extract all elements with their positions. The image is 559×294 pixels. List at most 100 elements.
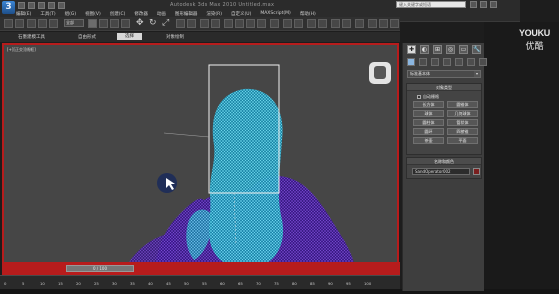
- helpers-icon[interactable]: [455, 58, 463, 66]
- mirror-icon[interactable]: [283, 19, 292, 28]
- material-editor-icon[interactable]: [355, 19, 364, 28]
- autogrid-label: 自动栅格: [423, 94, 439, 99]
- tube-button[interactable]: 管状体: [447, 119, 478, 126]
- ruler-tick-label: 80: [292, 281, 297, 286]
- ruler-tick-label: 10: [40, 281, 45, 286]
- undo-tool-icon[interactable]: [4, 19, 13, 28]
- ruler-tick-label: 75: [274, 281, 279, 286]
- spinner-snap-icon[interactable]: [257, 19, 266, 28]
- redo-icon[interactable]: [58, 2, 65, 9]
- render-icon[interactable]: [390, 19, 399, 28]
- ruler-tick-label: 5: [22, 281, 25, 286]
- object-type-rollout: 对象类型 自动栅格 长方体 圆锥体 球体 几何球体 圆柱体 管状体 圆环 四棱锥…: [406, 83, 482, 155]
- render-setup-icon[interactable]: [368, 19, 377, 28]
- ribbon-tabs: 石墨建模工具 自由形式 选择 对象绘制: [0, 32, 400, 42]
- unlink-icon[interactable]: [38, 19, 47, 28]
- angle-snap-icon[interactable]: [235, 19, 244, 28]
- ruler-tick-label: 0: [4, 281, 7, 286]
- undo-icon[interactable]: [48, 2, 55, 9]
- open-file-icon[interactable]: [28, 2, 35, 9]
- cone-button[interactable]: 圆锥体: [447, 101, 478, 108]
- ruler-tick-label: 45: [166, 281, 171, 286]
- align-icon[interactable]: [294, 19, 303, 28]
- chevron-down-icon[interactable]: ▾: [474, 71, 480, 77]
- frame-ruler[interactable]: 0 5 10 15 20 25 30 35 40 45 50 55 60 65 …: [0, 275, 400, 289]
- save-file-icon[interactable]: [38, 2, 45, 9]
- motion-tab-icon[interactable]: ◎: [446, 45, 455, 54]
- checkbox-icon[interactable]: [417, 95, 421, 99]
- create-tab-icon[interactable]: ✚: [407, 45, 416, 54]
- named-selection-icon[interactable]: [270, 19, 279, 28]
- hierarchy-tab-icon[interactable]: ⊞: [433, 45, 442, 54]
- graphite-toggle-icon[interactable]: [318, 19, 327, 28]
- geosphere-button[interactable]: 几何球体: [447, 110, 478, 117]
- rollout-title[interactable]: 对象类型: [407, 84, 481, 91]
- percent-snap-icon[interactable]: [246, 19, 255, 28]
- curve-editor-icon[interactable]: [331, 19, 340, 28]
- link-icon[interactable]: [27, 19, 36, 28]
- utilities-tab-icon[interactable]: 🔧: [472, 45, 481, 54]
- object-color-swatch[interactable]: [473, 168, 480, 175]
- move-icon[interactable]: ✥: [136, 18, 144, 29]
- window-crossing-icon[interactable]: [121, 19, 130, 28]
- snap-toggle-icon[interactable]: [224, 19, 233, 28]
- modify-tab-icon[interactable]: ◐: [420, 45, 429, 54]
- search-icon[interactable]: [470, 1, 477, 8]
- redo-tool-icon[interactable]: [15, 19, 24, 28]
- window-title: Autodesk 3ds Max 2010 Untitled.max: [170, 2, 275, 8]
- rollout-title[interactable]: 名称和颜色: [407, 158, 481, 165]
- search-input[interactable]: 键入关键字或短语: [396, 1, 466, 8]
- time-slider[interactable]: 0 / 100: [66, 265, 134, 272]
- tab-freeform[interactable]: 自由形式: [78, 34, 96, 40]
- schematic-view-icon[interactable]: [342, 19, 351, 28]
- keyboard-shortcut-icon[interactable]: [211, 19, 220, 28]
- plane-button[interactable]: 平面: [447, 137, 478, 144]
- display-tab-icon[interactable]: ▭: [459, 45, 468, 54]
- quick-access-toolbar: [18, 2, 65, 9]
- geometry-icon[interactable]: [407, 58, 415, 66]
- object-name-field[interactable]: SandOperator002: [412, 168, 470, 175]
- ruler-tick-label: 50: [184, 281, 189, 286]
- lights-icon[interactable]: [431, 58, 439, 66]
- help-icon[interactable]: [490, 1, 497, 8]
- sphere-button[interactable]: 球体: [413, 110, 444, 117]
- tab-selection[interactable]: 选择: [117, 33, 142, 40]
- teapot-button[interactable]: 茶壶: [413, 137, 444, 144]
- rect-selection-icon[interactable]: [110, 19, 119, 28]
- new-file-icon[interactable]: [18, 2, 25, 9]
- spacewarps-icon[interactable]: [467, 58, 475, 66]
- window-controls: [470, 1, 497, 8]
- hair-mesh: [209, 88, 284, 269]
- scale-icon[interactable]: ⤢: [162, 18, 169, 29]
- viewport[interactable]: [+][正交][线框]: [2, 43, 399, 273]
- tab-object-paint[interactable]: 对象绘制: [166, 34, 184, 40]
- pivot-center-icon[interactable]: [187, 19, 196, 28]
- primitive-category-dropdown[interactable]: 标准基本体 ▾: [407, 70, 481, 78]
- cameras-icon[interactable]: [443, 58, 451, 66]
- viewport-scene: [124, 62, 391, 271]
- autogrid-checkbox[interactable]: 自动栅格: [417, 94, 439, 100]
- cylinder-button[interactable]: 圆柱体: [413, 119, 444, 126]
- star-icon[interactable]: [480, 1, 487, 8]
- create-category-icons: [407, 58, 487, 66]
- bind-spacewarp-icon[interactable]: [49, 19, 58, 28]
- pyramid-button[interactable]: 四棱锥: [447, 128, 478, 135]
- layer-manager-icon[interactable]: [307, 19, 316, 28]
- timeline-bar[interactable]: [2, 262, 400, 275]
- select-object-icon[interactable]: [88, 19, 97, 28]
- tab-graphite-modeling[interactable]: 石墨建模工具: [18, 34, 45, 40]
- box-button[interactable]: 长方体: [413, 101, 444, 108]
- select-by-name-icon[interactable]: [99, 19, 108, 28]
- shapes-icon[interactable]: [419, 58, 427, 66]
- rotate-icon[interactable]: ↻: [149, 18, 157, 29]
- app-logo-icon[interactable]: 3: [2, 1, 15, 14]
- reference-coord-icon[interactable]: [176, 19, 185, 28]
- selection-filter-dropdown[interactable]: 全部: [64, 19, 84, 27]
- ruler-tick-label: 65: [238, 281, 243, 286]
- ruler-tick-label: 95: [346, 281, 351, 286]
- render-frame-icon[interactable]: [379, 19, 388, 28]
- systems-icon[interactable]: [479, 58, 487, 66]
- select-manipulate-icon[interactable]: [200, 19, 209, 28]
- ruler-tick-label: 100: [364, 281, 372, 286]
- torus-button[interactable]: 圆环: [413, 128, 444, 135]
